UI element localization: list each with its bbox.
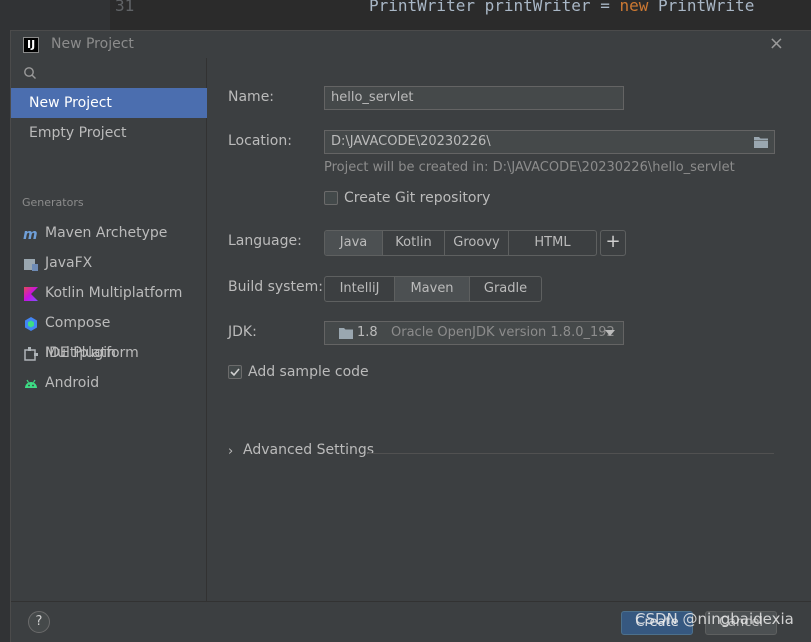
- location-hint: Project will be created in: D:\JAVACODE\…: [324, 160, 735, 175]
- build-option-gradle[interactable]: Gradle: [470, 277, 541, 301]
- android-icon: [25, 379, 37, 388]
- checkmark-icon: [230, 368, 240, 377]
- language-label: Language:: [228, 233, 302, 249]
- language-option-html[interactable]: HTML: [509, 231, 596, 255]
- generator-compose-multiplatform[interactable]: Compose Multiplatform: [11, 308, 207, 361]
- build-system-label: Build system:: [228, 279, 323, 295]
- jdk-version: 1.8: [357, 325, 378, 340]
- language-option-groovy[interactable]: Groovy: [445, 231, 509, 255]
- language-option-java[interactable]: Java: [325, 231, 383, 255]
- sample-code-checkbox[interactable]: [228, 365, 242, 379]
- project-type-sidebar: New Project Empty Project Generators m M…: [11, 58, 207, 601]
- project-settings-form: Name: hello_servlet Location: D:\JAVACOD…: [208, 58, 811, 601]
- chevron-right-icon[interactable]: ›: [228, 444, 233, 459]
- language-option-kotlin[interactable]: Kotlin: [383, 231, 445, 255]
- javafx-icon: [24, 259, 38, 271]
- chevron-down-icon: [605, 330, 615, 336]
- generator-label: Kotlin Multiplatform: [45, 285, 183, 301]
- maven-icon: m: [23, 227, 38, 242]
- sidebar-item-new-project[interactable]: New Project: [11, 88, 207, 118]
- browse-folder-icon[interactable]: [754, 136, 768, 148]
- generator-ide-plugin[interactable]: IDE Plugin: [11, 338, 207, 368]
- watermark: CSDN @ningbaidexia: [635, 610, 794, 628]
- location-value: D:\JAVACODE\20230226\: [331, 134, 491, 149]
- generator-label: IDE Plugin: [45, 345, 117, 361]
- kotlin-icon: [24, 287, 38, 301]
- intellij-icon: IJ: [23, 37, 39, 53]
- build-option-maven[interactable]: Maven: [395, 277, 470, 301]
- language-selector: Java Kotlin Groovy HTML: [324, 230, 597, 256]
- dialog-title: New Project: [51, 36, 134, 52]
- git-checkbox-label: Create Git repository: [344, 190, 491, 206]
- dialog-footer: ? Create Cancel CSDN @ningbaidexia: [11, 601, 811, 642]
- compose-icon: [25, 317, 37, 331]
- sidebar-item-empty-project[interactable]: Empty Project: [11, 118, 207, 148]
- add-language-button[interactable]: +: [600, 230, 626, 256]
- new-project-dialog: IJ New Project × New Project Empty Proje…: [10, 30, 811, 642]
- code-text-2: PrintWrite: [648, 0, 755, 15]
- jdk-label: JDK:: [228, 324, 257, 340]
- generator-label: Maven Archetype: [45, 225, 168, 241]
- generator-android[interactable]: Android: [11, 368, 207, 398]
- svg-text:m: m: [23, 227, 38, 242]
- plugin-icon: [24, 347, 38, 361]
- line-number: 31: [115, 0, 135, 15]
- code-text: PrintWriter printWriter =: [369, 0, 620, 15]
- sample-code-label: Add sample code: [248, 364, 369, 380]
- name-input[interactable]: hello_servlet: [324, 86, 624, 110]
- name-label: Name:: [228, 89, 275, 105]
- location-label: Location:: [228, 133, 292, 149]
- generator-javafx[interactable]: JavaFX: [11, 248, 207, 278]
- advanced-settings-toggle[interactable]: Advanced Settings: [243, 442, 374, 458]
- dialog-titlebar: IJ New Project ×: [11, 31, 811, 58]
- jdk-dropdown[interactable]: 1.8 Oracle OpenJDK version 1.8.0_192: [324, 321, 624, 345]
- generator-label: JavaFX: [45, 255, 93, 271]
- git-checkbox[interactable]: [324, 191, 338, 205]
- jdk-description: Oracle OpenJDK version 1.8.0_192: [391, 325, 615, 340]
- location-input[interactable]: D:\JAVACODE\20230226\: [324, 130, 775, 154]
- code-line: PrintWriter printWriter = new PrintWrite: [369, 0, 754, 15]
- advanced-settings-divider: [368, 453, 774, 454]
- generators-heading: Generators: [22, 196, 84, 209]
- build-system-selector: IntelliJ Maven Gradle: [324, 276, 542, 302]
- code-keyword: new: [619, 0, 649, 15]
- close-icon[interactable]: ×: [769, 33, 784, 54]
- help-button[interactable]: ?: [28, 611, 50, 633]
- generator-label: Android: [45, 375, 100, 391]
- search-icon[interactable]: [23, 66, 37, 80]
- folder-icon: [339, 328, 353, 339]
- build-option-intellij[interactable]: IntelliJ: [325, 277, 395, 301]
- generator-kotlin-multiplatform[interactable]: Kotlin Multiplatform: [11, 278, 207, 308]
- generator-maven-archetype[interactable]: m Maven Archetype: [11, 218, 207, 248]
